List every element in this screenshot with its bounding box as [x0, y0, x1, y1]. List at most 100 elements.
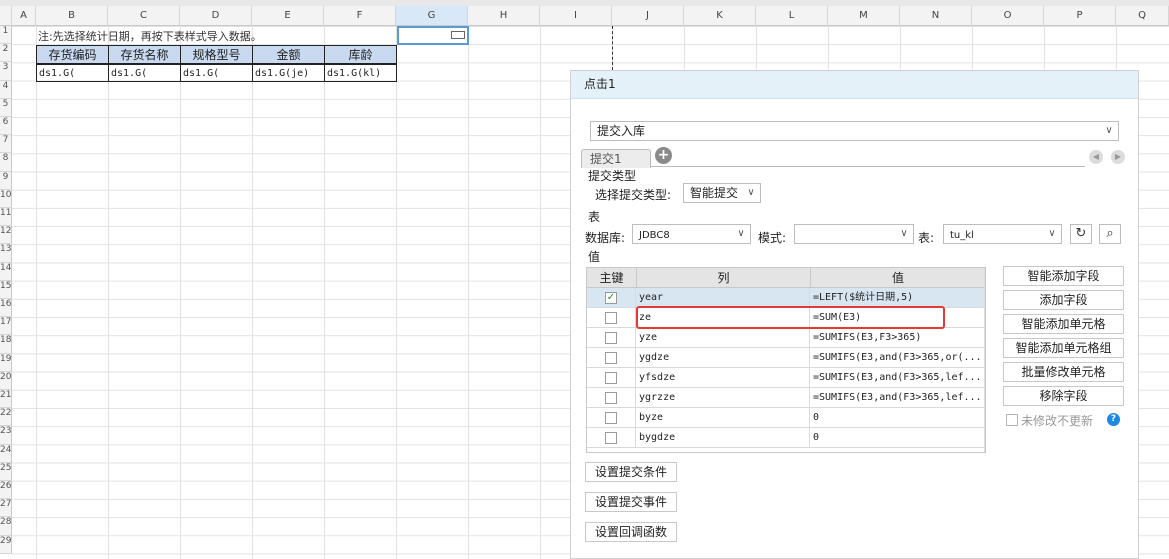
tab-prev-icon[interactable]: ◀ — [1089, 150, 1103, 164]
col-header-f[interactable]: F — [324, 6, 396, 26]
col-header-i[interactable]: I — [540, 6, 612, 26]
table-row[interactable]: ygrzze =SUMIFS(E3,and(F3>365,lef... — [587, 388, 985, 408]
col-header-b[interactable]: B — [36, 6, 108, 26]
row-header-19[interactable]: 19 — [0, 353, 12, 372]
help-icon[interactable]: ? — [1107, 413, 1120, 426]
chevron-down-icon[interactable]: ∨ — [732, 225, 750, 243]
column-value[interactable]: =SUMIFS(E3,F3>365) — [811, 328, 985, 348]
row-header-8[interactable]: 8 — [0, 153, 12, 172]
selected-cell-g1[interactable] — [397, 26, 469, 45]
row-header-4[interactable]: 4 — [0, 80, 12, 99]
smart-add-field-button[interactable]: 智能添加字段 — [1003, 266, 1124, 286]
row-header-6[interactable]: 6 — [0, 117, 12, 136]
corner-cell[interactable] — [0, 6, 12, 26]
column-name[interactable]: ygdze — [637, 348, 810, 368]
column-name[interactable]: yfsdze — [637, 368, 810, 388]
column-value[interactable]: =SUMIFS(E3,and(F3>365,or(... — [811, 348, 985, 368]
row-header-9[interactable]: 9 — [0, 171, 12, 190]
set-callback-button[interactable]: 设置回调函数 — [585, 522, 677, 542]
tab-next-icon[interactable]: ▶ — [1111, 150, 1125, 164]
key-checkbox[interactable] — [605, 332, 617, 344]
col-header-column[interactable]: 列 — [637, 268, 811, 288]
row-header-16[interactable]: 16 — [0, 299, 12, 318]
chevron-down-icon[interactable]: ∨ — [742, 184, 760, 202]
col-header-g[interactable]: G — [396, 6, 468, 26]
set-submit-event-button[interactable]: 设置提交事件 — [585, 492, 677, 512]
column-value[interactable]: =SUMIFS(E3,and(F3>365,lef... — [811, 388, 985, 408]
batch-edit-cell-button[interactable]: 批量修改单元格 — [1003, 362, 1124, 382]
col-header-value[interactable]: 值 — [811, 268, 985, 288]
data-cell-f3[interactable]: ds1.G(kl) — [324, 64, 397, 82]
row-header-23[interactable]: 23 — [0, 426, 12, 445]
data-cell-d3[interactable]: ds1.G( — [180, 64, 253, 82]
col-header-p[interactable]: P — [1044, 6, 1116, 26]
col-header-h[interactable]: H — [468, 6, 540, 26]
col-header-j[interactable]: J — [612, 6, 684, 26]
row-header-2[interactable]: 2 — [0, 44, 12, 63]
key-checkbox[interactable] — [605, 352, 617, 364]
column-value[interactable]: 0 — [811, 428, 985, 448]
column-value[interactable]: =LEFT($统计日期,5) — [811, 288, 985, 308]
schema-select[interactable]: ∨ — [794, 224, 914, 244]
column-name[interactable]: year — [637, 288, 810, 308]
header-cell-name[interactable]: 存货名称 — [108, 45, 181, 64]
add-field-button[interactable]: 添加字段 — [1003, 290, 1124, 310]
key-checkbox[interactable] — [605, 432, 617, 444]
chevron-down-icon[interactable]: ∨ — [1100, 122, 1118, 140]
row-header-27[interactable]: 27 — [0, 499, 12, 518]
column-value[interactable]: 0 — [811, 408, 985, 428]
set-submit-condition-button[interactable]: 设置提交条件 — [585, 462, 677, 482]
row-header-26[interactable]: 26 — [0, 481, 12, 500]
key-checkbox[interactable] — [605, 412, 617, 424]
column-name[interactable]: yze — [637, 328, 810, 348]
col-header-q[interactable]: Q — [1116, 6, 1169, 26]
table-scrollbar[interactable]: ∧ ∨ — [984, 268, 986, 452]
column-value[interactable]: =SUMIFS(E3,and(F3>365,lef... — [811, 368, 985, 388]
db-select[interactable]: JDBC8 ∨ — [632, 224, 751, 244]
no-update-checkbox[interactable] — [1006, 414, 1018, 426]
add-tab-icon[interactable]: + — [655, 147, 672, 164]
row-header-12[interactable]: 12 — [0, 226, 12, 245]
key-checkbox[interactable] — [605, 392, 617, 404]
smart-add-cell-group-button[interactable]: 智能添加单元格组 — [1003, 338, 1124, 358]
tab-submit1[interactable]: 提交1 — [581, 149, 651, 168]
row-header-11[interactable]: 11 — [0, 208, 12, 227]
col-header-d[interactable]: D — [180, 6, 252, 26]
chevron-down-icon[interactable]: ∨ — [895, 225, 913, 243]
data-cell-b3[interactable]: ds1.G( — [36, 64, 109, 82]
submit-type-select[interactable]: 智能提交 ∨ — [683, 183, 761, 203]
key-checkbox[interactable] — [605, 312, 617, 324]
col-header-l[interactable]: L — [756, 6, 828, 26]
header-cell-spec[interactable]: 规格型号 — [180, 45, 253, 64]
sheet-note[interactable]: 注:先选择统计日期，再按下表样式导入数据。 — [38, 28, 396, 45]
table-row[interactable]: bygdze 0 — [587, 428, 985, 448]
preview-icon[interactable]: ⌕ — [1099, 224, 1121, 244]
column-name[interactable]: byze — [637, 408, 810, 428]
remove-field-button[interactable]: 移除字段 — [1003, 386, 1124, 406]
widget-button-icon[interactable] — [451, 31, 465, 39]
column-name[interactable]: bygdze — [637, 428, 810, 448]
row-header-20[interactable]: 20 — [0, 371, 12, 390]
col-header-o[interactable]: O — [972, 6, 1044, 26]
col-header-k[interactable]: K — [684, 6, 756, 26]
row-header-22[interactable]: 22 — [0, 408, 12, 427]
row-header-15[interactable]: 15 — [0, 280, 12, 299]
table-row[interactable]: ✓ year =LEFT($统计日期,5) — [587, 288, 985, 308]
scroll-down-icon[interactable]: ∨ — [985, 436, 986, 452]
row-header-10[interactable]: 10 — [0, 189, 12, 208]
key-checkbox[interactable]: ✓ — [605, 292, 617, 304]
col-header-e[interactable]: E — [252, 6, 324, 26]
row-header-21[interactable]: 21 — [0, 390, 12, 409]
data-cell-c3[interactable]: ds1.G( — [108, 64, 181, 82]
header-cell-age[interactable]: 库龄 — [324, 45, 397, 64]
col-header-key[interactable]: 主键 — [587, 268, 637, 288]
key-checkbox[interactable] — [605, 372, 617, 384]
row-header-25[interactable]: 25 — [0, 462, 12, 481]
scroll-up-icon[interactable]: ∧ — [985, 270, 986, 286]
row-header-18[interactable]: 18 — [0, 335, 12, 354]
table-row[interactable]: yfsdze =SUMIFS(E3,and(F3>365,lef... — [587, 368, 985, 388]
smart-add-cell-button[interactable]: 智能添加单元格 — [1003, 314, 1124, 334]
col-header-a[interactable]: A — [12, 6, 36, 26]
action-type-select[interactable]: 提交入库 ∨ — [590, 121, 1119, 141]
chevron-down-icon[interactable]: ∨ — [1043, 225, 1061, 243]
